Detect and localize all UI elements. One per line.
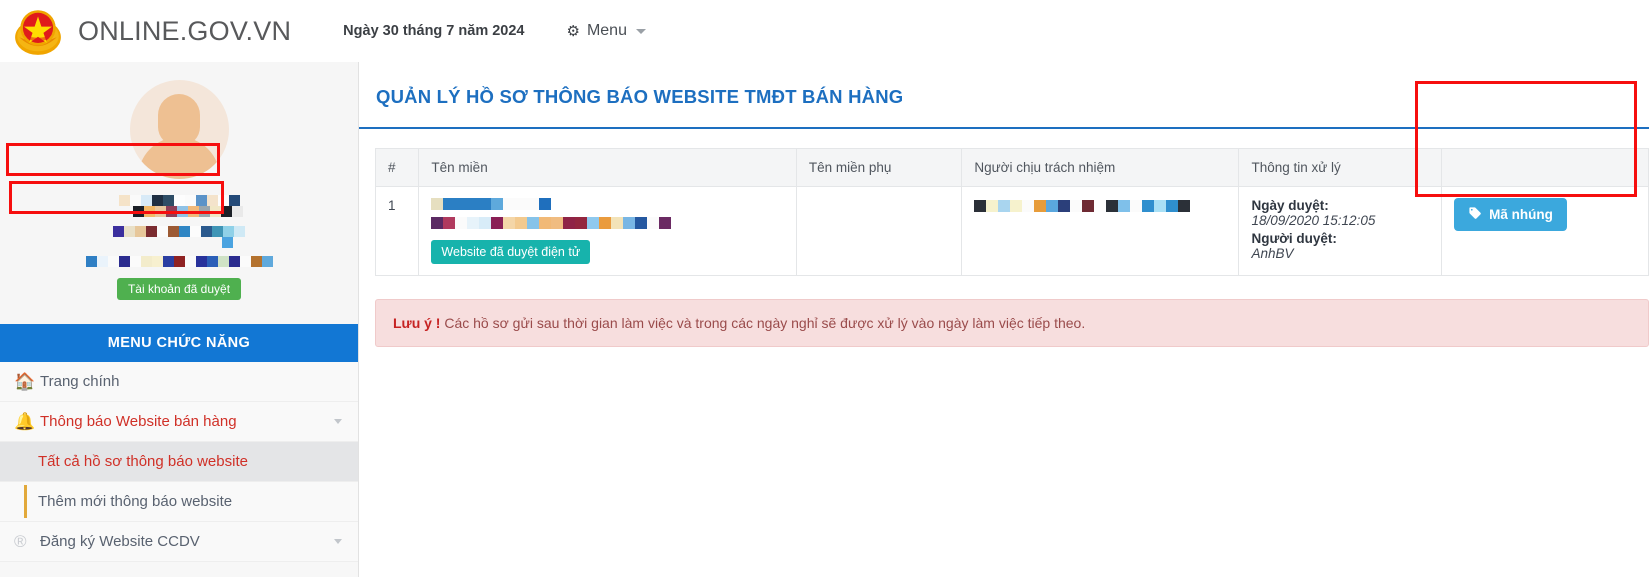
top-menu-button[interactable]: ⚙ Menu bbox=[567, 22, 646, 40]
current-date: Ngày 30 tháng 7 năm 2024 bbox=[343, 23, 525, 39]
column-header-actions bbox=[1441, 148, 1649, 187]
cell-domain: Website đã duyệt điện tử bbox=[418, 186, 797, 276]
cell-process-info: Ngày duyệt: 18/09/2020 15:12:05 Người du… bbox=[1238, 186, 1443, 276]
redacted-user-detail-3 bbox=[85, 256, 273, 267]
column-header-subdomain: Tên miền phụ bbox=[795, 148, 963, 187]
cell-actions: Mã nhúng bbox=[1441, 186, 1649, 276]
title-divider bbox=[359, 127, 1649, 129]
sidebar-subitem-them-moi[interactable]: Thêm mới thông báo website bbox=[0, 482, 358, 523]
sidebar-item-trang-chinh[interactable]: 🏠 Trang chính bbox=[0, 362, 358, 403]
page-title: QUẢN LÝ HỒ SƠ THÔNG BÁO WEBSITE TMĐT BÁN… bbox=[376, 86, 904, 107]
sidebar-item-dang-ky-website-ccdv[interactable]: ® Đăng ký Website CCDV bbox=[0, 522, 358, 563]
page-body: Tài khoản đã duyệt MENU CHỨC NĂNG 🏠 Tran… bbox=[0, 62, 1649, 577]
gear-icon: ⚙ bbox=[566, 23, 580, 40]
approved-date-value: 18/09/2020 15:12:05 bbox=[1251, 213, 1376, 228]
redacted-user-detail-1 bbox=[113, 226, 245, 237]
approved-date-label: Ngày duyệt: bbox=[1251, 198, 1329, 213]
column-header-domain: Tên miền bbox=[418, 148, 797, 187]
column-header-process-info: Thông tin xử lý bbox=[1238, 148, 1443, 187]
sidebar-subitem-label: Thêm mới thông báo website bbox=[38, 493, 233, 511]
sidebar-item-label: Thông báo Website bán hàng bbox=[40, 413, 237, 431]
notice-banner: Lưu ý ! Các hồ sơ gửi sau thời gian làm … bbox=[375, 299, 1649, 347]
notice-prefix: Lưu ý ! bbox=[393, 315, 441, 331]
redacted-domain-line-2 bbox=[431, 217, 783, 229]
brand-title: ONLINE.GOV.VN bbox=[78, 15, 292, 46]
records-table: # Tên miền Tên miền phụ Người chịu trách… bbox=[374, 148, 1649, 276]
home-icon: 🏠 bbox=[14, 371, 36, 391]
column-header-index: # bbox=[374, 148, 420, 187]
domain-status-badge: Website đã duyệt điện tử bbox=[431, 240, 591, 264]
cell-subdomain bbox=[795, 186, 963, 276]
sidebar-menu-title: MENU CHỨC NĂNG bbox=[0, 324, 358, 363]
approver-label: Người duyệt: bbox=[1251, 231, 1337, 246]
sidebar-item-thong-bao-website-ban-hang[interactable]: 🔔 Thông báo Website bán hàng bbox=[0, 402, 358, 443]
sidebar-item-label: Đăng ký Website CCDV bbox=[40, 533, 200, 551]
column-header-responsible: Người chịu trách nhiệm bbox=[961, 148, 1240, 187]
sidebar-subitem-tat-ca-ho-so[interactable]: Tất cả hồ sơ thông báo website bbox=[0, 442, 358, 483]
table-row: 1 Website đã duyệt điện tử Ngày duyệt: 1… bbox=[374, 186, 1649, 276]
top-menu-label: Menu bbox=[586, 22, 627, 39]
redacted-domain-line-1 bbox=[431, 198, 783, 210]
account-status-badge: Tài khoản đã duyệt bbox=[116, 278, 242, 301]
embed-code-button[interactable]: Mã nhúng bbox=[1454, 198, 1567, 231]
redacted-user-detail-2 bbox=[221, 237, 233, 248]
embed-code-button-label: Mã nhúng bbox=[1489, 207, 1553, 222]
cell-index: 1 bbox=[374, 186, 420, 276]
chevron-down-icon bbox=[334, 419, 342, 425]
avatar bbox=[129, 80, 229, 179]
sidebar-item-clipped[interactable] bbox=[0, 562, 358, 577]
profile-block: Tài khoản đã duyệt bbox=[0, 62, 358, 310]
tag-icon bbox=[1468, 206, 1482, 223]
bell-icon: 🔔 bbox=[14, 411, 36, 431]
redacted-user-name-2 bbox=[133, 206, 243, 217]
notice-text: Các hồ sơ gửi sau thời gian làm việc và … bbox=[440, 315, 1086, 331]
sidebar-item-label: Trang chính bbox=[40, 373, 120, 391]
vietnam-national-emblem-icon bbox=[12, 5, 64, 57]
approver-value: AnhBV bbox=[1251, 246, 1294, 261]
sidebar: Tài khoản đã duyệt MENU CHỨC NĂNG 🏠 Tran… bbox=[0, 62, 359, 577]
redacted-user-name bbox=[118, 195, 240, 206]
cell-responsible bbox=[961, 186, 1240, 276]
registered-icon: ® bbox=[14, 531, 27, 551]
main-content: QUẢN LÝ HỒ SƠ THÔNG BÁO WEBSITE TMĐT BÁN… bbox=[359, 62, 1649, 577]
chevron-down-icon bbox=[334, 539, 342, 545]
chevron-down-icon bbox=[635, 28, 646, 34]
redacted-responsible-name bbox=[974, 200, 1226, 212]
table-header-row: # Tên miền Tên miền phụ Người chịu trách… bbox=[374, 148, 1649, 187]
avatar-body bbox=[138, 137, 220, 179]
sidebar-subitem-label: Tất cả hồ sơ thông báo website bbox=[38, 453, 248, 471]
top-bar: ONLINE.GOV.VN Ngày 30 tháng 7 năm 2024 ⚙… bbox=[0, 0, 1649, 62]
